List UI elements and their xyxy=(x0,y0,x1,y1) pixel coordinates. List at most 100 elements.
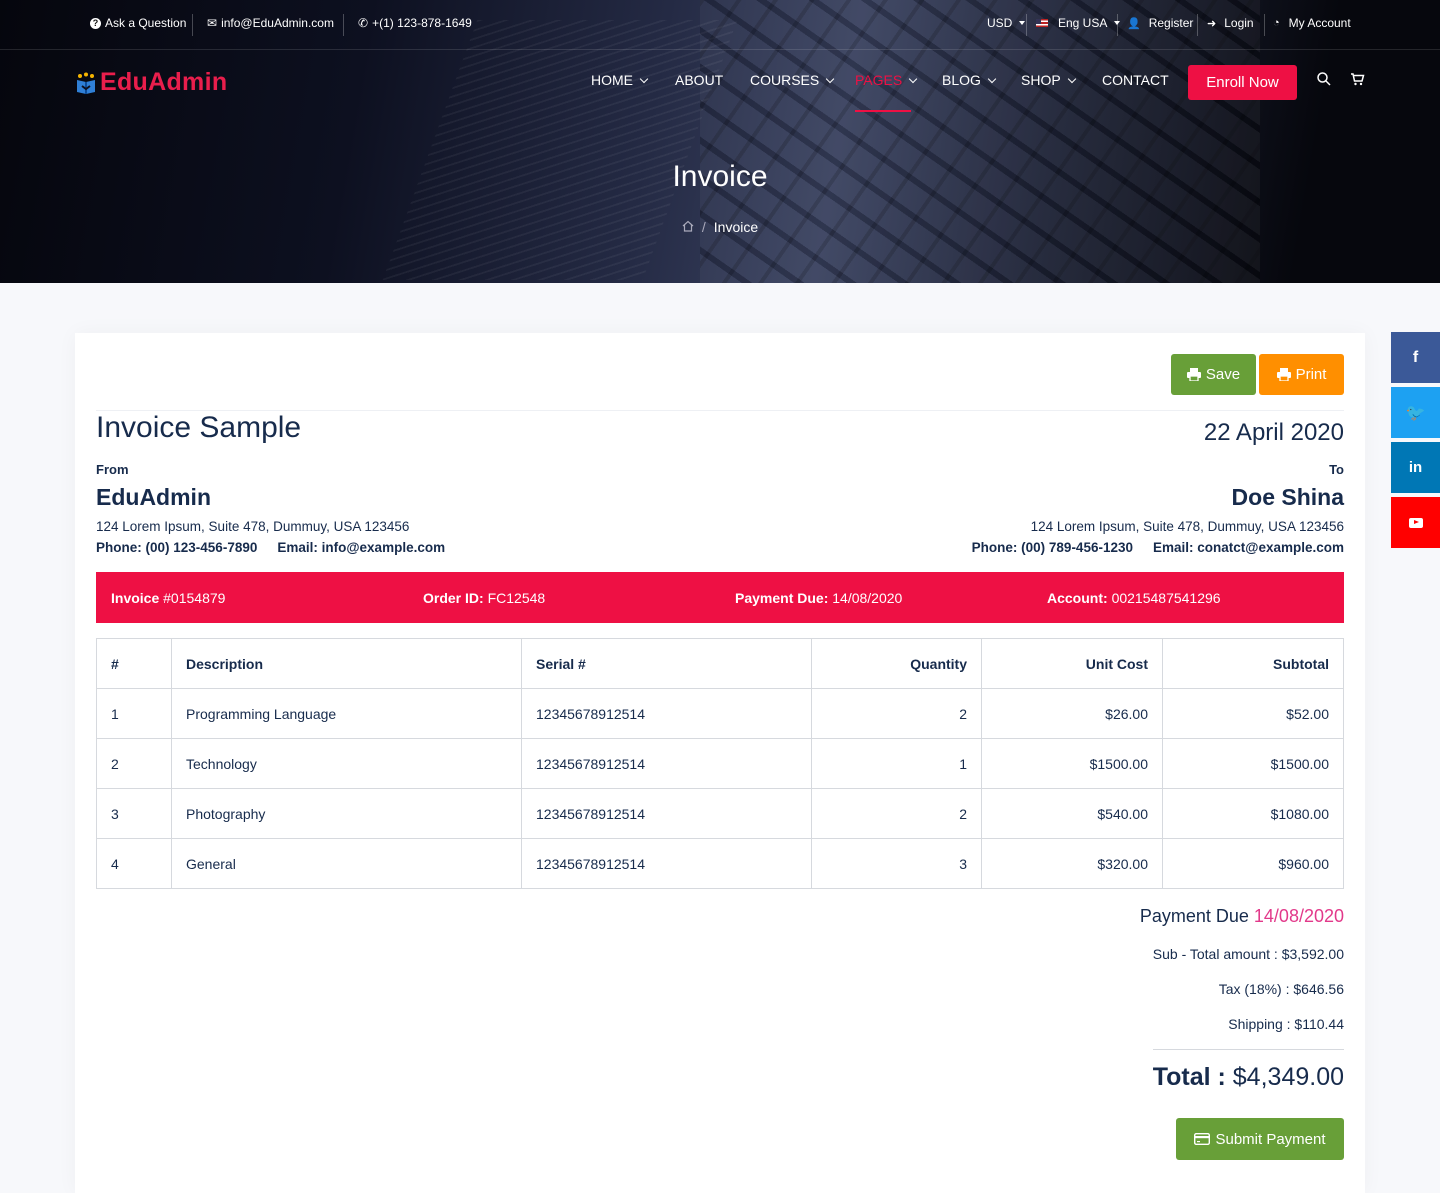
nav-shop[interactable]: SHOP xyxy=(1021,72,1076,88)
divider xyxy=(1264,14,1265,36)
printer-icon xyxy=(1276,368,1291,381)
invoice-title: Invoice Sample xyxy=(96,411,302,444)
cell-quantity: 1 xyxy=(811,738,982,789)
to-contact: Phone: (00) 789-456-1230 Email: conatct@… xyxy=(972,540,1344,555)
invoice-items-table: # Description Serial # Quantity Unit Cos… xyxy=(96,638,1344,889)
user-icon: 👤 xyxy=(1127,17,1141,30)
phone-icon: ✆ xyxy=(358,16,369,30)
table-header-row: # Description Serial # Quantity Unit Cos… xyxy=(96,638,1344,689)
cell-description: Programming Language xyxy=(171,688,522,739)
home-icon[interactable] xyxy=(682,219,694,235)
summary-total: Total : $4,349.00 xyxy=(1152,1063,1344,1091)
cell-quantity: 3 xyxy=(811,838,982,889)
submit-payment-button[interactable]: Submit Payment xyxy=(1176,1118,1344,1160)
cell-serial: 12345678912514 xyxy=(521,788,812,839)
twitter-share-button[interactable]: 🐦 xyxy=(1391,387,1440,438)
save-button[interactable]: Save xyxy=(1171,354,1256,395)
my-account-link[interactable]: ◔ My Account xyxy=(1273,16,1351,30)
nav-about[interactable]: ABOUT xyxy=(675,72,723,88)
nav-contact[interactable]: CONTACT xyxy=(1102,72,1169,88)
divider xyxy=(1197,14,1198,36)
question-icon: ? xyxy=(90,17,101,29)
phone-link[interactable]: ✆ +(1) 123-878-1649 xyxy=(358,16,472,30)
from-phone: Phone: (00) 123-456-7890 xyxy=(96,540,258,555)
breadcrumb-current: Invoice xyxy=(713,219,759,235)
linkedin-icon: in xyxy=(1408,459,1423,476)
currency-dropdown[interactable]: USD xyxy=(987,16,1026,30)
col-subtotal: Subtotal xyxy=(1162,638,1344,689)
table-row: 4 General 12345678912514 3 $320.00 $960.00 xyxy=(96,838,1344,889)
facebook-share-button[interactable]: f xyxy=(1391,332,1440,383)
to-email: Email: conatct@example.com xyxy=(1153,540,1344,555)
cell-unit-cost: $1500.00 xyxy=(981,738,1163,789)
nav-courses[interactable]: COURSES xyxy=(750,72,835,88)
page-title: Invoice xyxy=(672,160,768,193)
order-id: Order ID: FC12548 xyxy=(423,589,546,606)
invoice-number: Invoice #0154879 xyxy=(111,589,226,606)
logo[interactable]: EduAdmin xyxy=(76,68,227,97)
printer-icon xyxy=(1186,368,1201,381)
cell-description: Technology xyxy=(171,738,522,789)
table-row: 2 Technology 12345678912514 1 $1500.00 $1500.… xyxy=(96,738,1344,789)
dashboard-icon: ◔ xyxy=(1273,17,1280,29)
cell-subtotal: $52.00 xyxy=(1162,688,1344,739)
from-contact: Phone: (00) 123-456-7890 Email: info@exa… xyxy=(96,540,445,555)
col-quantity: Quantity xyxy=(811,638,982,689)
cell-number: 3 xyxy=(96,788,172,839)
nav-blog[interactable]: BLOG xyxy=(942,72,997,88)
to-phone: Phone: (00) 789-456-1230 xyxy=(971,540,1133,555)
nav-home[interactable]: HOME xyxy=(591,72,649,88)
col-description: Description xyxy=(171,638,522,689)
invoice-card: Save Print Invoice Sample 22 April 2020 … xyxy=(75,333,1365,1193)
divider xyxy=(1117,14,1118,36)
table-row: 3 Photography 12345678912514 2 $540.00 $1080.… xyxy=(96,788,1344,839)
search-icon[interactable] xyxy=(1317,72,1331,91)
print-button[interactable]: Print xyxy=(1259,354,1344,395)
summary-payment-due: Payment Due 14/08/2020 xyxy=(1139,906,1344,926)
credit-card-icon xyxy=(1194,1133,1211,1145)
chevron-down-icon xyxy=(825,74,835,83)
cell-number: 2 xyxy=(96,738,172,789)
youtube-icon xyxy=(1408,517,1423,528)
caret-down-icon xyxy=(1019,21,1026,25)
summary-subtotal: Sub - Total amount : $3,592.00 xyxy=(1152,946,1344,962)
cell-serial: 12345678912514 xyxy=(521,738,812,789)
chevron-down-icon xyxy=(987,74,997,83)
enroll-now-button[interactable]: Enroll Now xyxy=(1188,65,1297,100)
col-unit-cost: Unit Cost xyxy=(981,638,1163,689)
active-nav-indicator xyxy=(855,110,911,112)
register-link[interactable]: 👤 Register xyxy=(1127,16,1193,30)
to-label: To xyxy=(1329,462,1344,477)
divider xyxy=(1153,1049,1344,1050)
top-bar: ? Ask a Question ✉ info@EduAdmin.com ✆ +… xyxy=(0,0,1440,50)
language-dropdown[interactable]: Eng USA xyxy=(1036,16,1121,30)
cell-description: General xyxy=(171,838,522,889)
nav-pages[interactable]: PAGES xyxy=(855,72,918,88)
envelope-icon: ✉ xyxy=(207,16,218,30)
linkedin-share-button[interactable]: in xyxy=(1391,442,1440,493)
cell-subtotal: $1500.00 xyxy=(1162,738,1344,789)
ask-question-link[interactable]: ? Ask a Question xyxy=(90,16,186,30)
cell-unit-cost: $26.00 xyxy=(981,688,1163,739)
invoice-info-band: Invoice #0154879 Order ID: FC12548 Payme… xyxy=(96,572,1344,623)
col-number: # xyxy=(96,638,172,689)
cell-subtotal: $1080.00 xyxy=(1162,788,1344,839)
from-label: From xyxy=(96,462,129,477)
col-serial: Serial # xyxy=(521,638,812,689)
facebook-icon: f xyxy=(1412,348,1419,366)
breadcrumb: / Invoice xyxy=(0,219,1440,235)
cell-serial: 12345678912514 xyxy=(521,838,812,889)
from-name: EduAdmin xyxy=(96,484,211,510)
chevron-down-icon xyxy=(639,74,649,83)
summary-shipping: Shipping : $110.44 xyxy=(1228,1016,1344,1032)
to-address: 124 Lorem Ipsum, Suite 478, Dummuy, USA … xyxy=(1030,519,1344,534)
login-link[interactable]: ➜ Login xyxy=(1207,16,1254,30)
cell-number: 1 xyxy=(96,688,172,739)
cell-quantity: 2 xyxy=(811,788,982,839)
payment-due: Payment Due: 14/08/2020 xyxy=(735,589,903,606)
from-email: Email: info@example.com xyxy=(277,540,446,555)
cart-icon[interactable] xyxy=(1350,72,1365,91)
email-link[interactable]: ✉ info@EduAdmin.com xyxy=(207,16,334,30)
breadcrumb-separator: / xyxy=(701,219,706,235)
youtube-share-button[interactable] xyxy=(1391,497,1440,548)
